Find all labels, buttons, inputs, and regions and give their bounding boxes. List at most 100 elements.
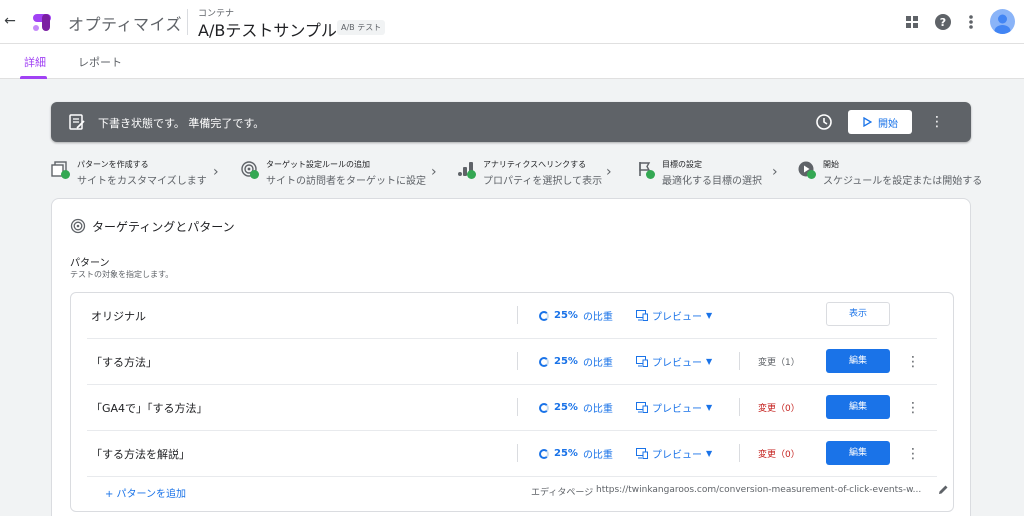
draft-status-bar: 下書き状態です。 準備完了です。 開始 ⋮ (51, 102, 971, 142)
weight-value: 25% (554, 402, 578, 413)
tab-bar: 詳細 レポート (0, 44, 1024, 79)
variant-row: 「GA4で」「する方法」 25% の比重 プレビュー ▼ 変更（0） 編集 ⋮ (87, 385, 937, 431)
active-tab-indicator (20, 76, 47, 79)
step-title: ターゲット設定ルールの追加 (266, 160, 370, 169)
experiment-title: A/Bテストサンプル (198, 21, 337, 40)
app-name: オプティマイズ (68, 15, 183, 34)
changes-count[interactable]: 変更（0） (758, 401, 800, 414)
view-button[interactable]: 表示 (826, 302, 890, 326)
variant-name: 「する方法」 (91, 356, 157, 369)
variant-row: 「する方法を解説」 25% の比重 プレビュー ▼ 変更（0） 編集 ⋮ (87, 431, 937, 477)
devices-icon (636, 310, 648, 321)
step-title: 目標の設定 (662, 160, 702, 169)
row-divider (517, 352, 518, 370)
devices-icon (636, 402, 648, 413)
play-icon (863, 117, 872, 127)
tab-details[interactable]: 詳細 (24, 54, 46, 70)
optimize-logo-icon[interactable] (30, 10, 54, 34)
targeting-variants-card: ターゲティングとパターン パターン テストの対象を指定します。 オリジナル 25… (51, 198, 971, 516)
step-subtitle: サイトをカスタマイズします (77, 176, 207, 187)
variant-name: 「する方法を解説」 (91, 448, 190, 461)
status-message: 下書き状態です。 準備完了です。 (98, 117, 265, 130)
weight-value: 25% (554, 448, 578, 459)
add-variant-button[interactable]: + パターンを追加 (105, 485, 186, 500)
row-divider (739, 444, 740, 462)
preview-dropdown[interactable]: プレビュー ▼ (636, 446, 712, 461)
preview-label: プレビュー (652, 450, 702, 461)
section-title: パターン (70, 258, 110, 269)
variant-name: 「GA4で」「する方法」 (91, 402, 208, 415)
variant-row: オリジナル 25% の比重 プレビュー ▼ 表示 (87, 293, 937, 339)
weight-icon (539, 448, 549, 459)
variant-weight[interactable]: 25% の比重 (539, 400, 613, 415)
arrow-back-icon[interactable]: ← (2, 12, 18, 30)
check-icon (61, 170, 70, 179)
chevron-right-icon: › (213, 164, 219, 180)
step-subtitle: プロパティを選択して表示 (483, 176, 603, 187)
top-app-bar: ← オプティマイズ コンテナ A/Bテストサンプル A/B テスト ? (0, 0, 1024, 44)
more-vert-icon[interactable]: ⋮ (905, 353, 921, 371)
weight-suffix: の比重 (582, 312, 613, 323)
row-divider (517, 398, 518, 416)
header-divider (187, 9, 188, 35)
check-icon (467, 170, 476, 179)
arrow-drop-down-icon: ▼ (706, 449, 713, 458)
step-subtitle: スケジュールを設定または開始する (823, 176, 983, 187)
row-divider (739, 398, 740, 416)
devices-icon (636, 448, 648, 459)
edit-note-icon (69, 114, 85, 130)
more-vert-icon[interactable]: ⋮ (930, 113, 944, 131)
arrow-drop-down-icon: ▼ (706, 357, 713, 366)
edit-button[interactable]: 編集 (826, 349, 890, 373)
variant-weight[interactable]: 25% の比重 (539, 354, 613, 369)
editor-page-url: https://twinkangaroos.com/conversion-mea… (596, 485, 922, 495)
arrow-drop-down-icon: ▼ (706, 311, 713, 320)
weight-icon (539, 402, 549, 413)
preview-dropdown[interactable]: プレビュー ▼ (636, 400, 712, 415)
more-vert-icon[interactable]: ⋮ (905, 399, 921, 417)
account-avatar[interactable] (990, 9, 1015, 34)
weight-value: 25% (554, 310, 578, 321)
check-icon (250, 170, 259, 179)
preview-label: プレビュー (652, 358, 702, 369)
variants-list: オリジナル 25% の比重 プレビュー ▼ 表示 「する方法」 25% の比重 … (70, 292, 954, 512)
edit-button[interactable]: 編集 (826, 441, 890, 465)
section-subtitle: テストの対象を指定します。 (70, 270, 174, 279)
more-vert-icon[interactable] (961, 12, 981, 32)
preview-label: プレビュー (652, 312, 702, 323)
weight-suffix: の比重 (582, 450, 613, 461)
changes-count[interactable]: 変更（0） (758, 447, 800, 460)
preview-dropdown[interactable]: プレビュー ▼ (636, 308, 712, 323)
step-subtitle: 最適化する目標の選択 (662, 176, 762, 187)
variant-weight[interactable]: 25% の比重 (539, 446, 613, 461)
experiment-type-badge: A/B テスト (337, 20, 386, 35)
check-icon (807, 170, 816, 179)
step-title: 開始 (823, 160, 839, 169)
arrow-drop-down-icon: ▼ (706, 403, 713, 412)
weight-icon (539, 310, 549, 321)
changes-count[interactable]: 変更（1） (758, 355, 800, 368)
chevron-right-icon: › (772, 164, 778, 180)
step-title: アナリティクスへリンクする (483, 160, 587, 169)
editor-page-label: エディタページ (531, 488, 594, 498)
step-title: パターンを作成する (77, 160, 149, 169)
row-divider (517, 306, 518, 324)
svg-text:?: ? (940, 16, 946, 29)
row-divider (739, 352, 740, 370)
schedule-icon[interactable] (815, 113, 833, 131)
variant-name: オリジナル (91, 310, 146, 323)
apps-icon[interactable] (902, 12, 922, 32)
check-icon (646, 170, 655, 179)
more-vert-icon[interactable]: ⋮ (905, 445, 921, 463)
edit-pencil-icon[interactable] (937, 484, 949, 496)
tab-reports[interactable]: レポート (78, 54, 122, 70)
card-title: ターゲティングとパターン (92, 220, 235, 234)
preview-dropdown[interactable]: プレビュー ▼ (636, 354, 712, 369)
start-button-label: 開始 (878, 118, 898, 130)
edit-button[interactable]: 編集 (826, 395, 890, 419)
weight-value: 25% (554, 356, 578, 367)
weight-icon (539, 356, 549, 367)
help-icon[interactable]: ? (933, 12, 953, 32)
start-button[interactable]: 開始 (848, 110, 912, 134)
variant-weight[interactable]: 25% の比重 (539, 308, 613, 323)
